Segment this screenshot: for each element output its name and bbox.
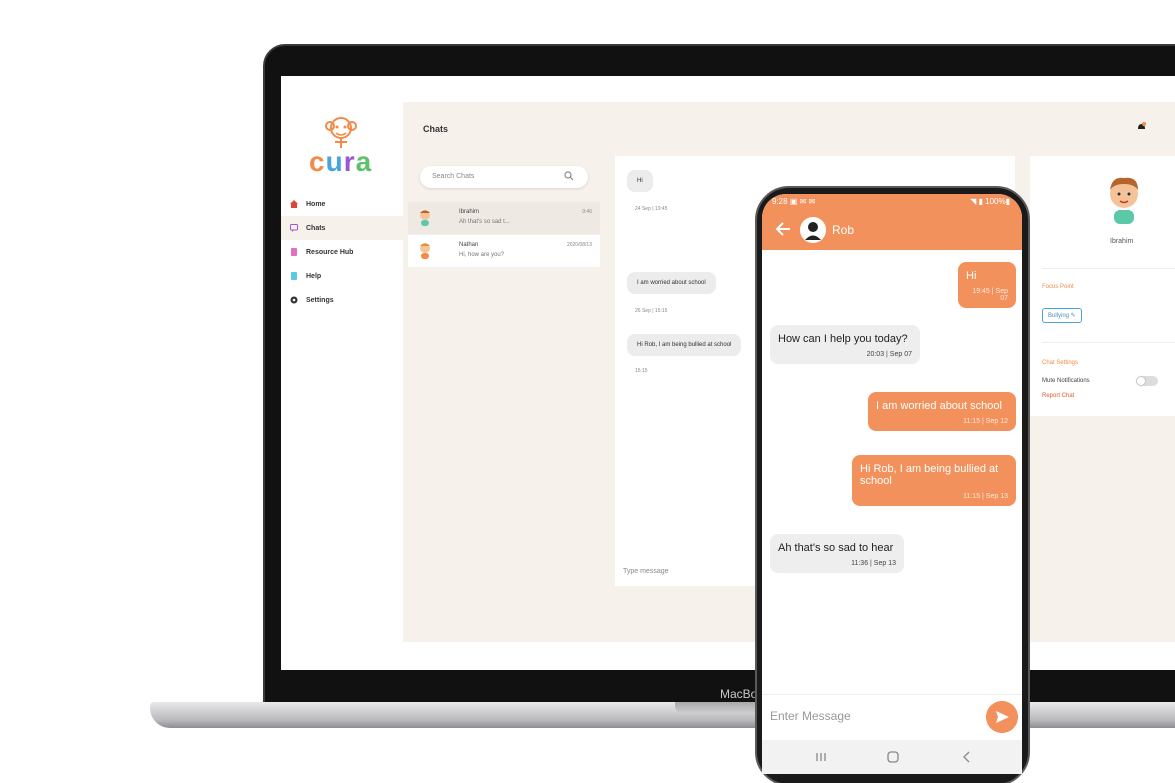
message-time: 19:45 | Sep 07	[972, 288, 1008, 302]
sidebar-item-label: Settings	[306, 296, 334, 304]
message-input[interactable]: Enter Message	[770, 709, 851, 723]
chat-list-panel: Search Chats Ibrahim Ah that's so sad t.…	[408, 156, 600, 267]
message-time: 15:15	[635, 368, 648, 374]
chat-preview: Ah that's so sad t...	[459, 219, 510, 225]
chat-time: 9:46	[582, 209, 592, 215]
message-composer: Enter Message	[762, 694, 1022, 738]
send-button[interactable]	[986, 701, 1018, 733]
avatar-icon	[420, 210, 430, 226]
message-time: 26 Sep | 15:15	[635, 308, 668, 314]
status-left: 9:28 ▣ ✉ ✉	[772, 197, 816, 206]
logo-letter: u	[325, 146, 344, 177]
sidebar-item-help[interactable]: Help	[281, 264, 403, 288]
message-bubble-sent: Hi Rob, I am being bullied at school 11:…	[852, 455, 1016, 506]
message-bubble-received: How can I help you today? 20:03 | Sep 07	[770, 325, 920, 364]
help-icon	[291, 272, 297, 280]
message-bubble-received: Ah that's so sad to hear 11:36 | Sep 13	[770, 534, 904, 573]
message-text: I am worried about school	[876, 400, 1002, 412]
profile-panel: Ibrahim Focus Point Bullying ✎ Chat Sett…	[1030, 156, 1175, 416]
status-bar: 9:28 ▣ ✉ ✉ ◥ ▮ 100%▮	[762, 194, 1022, 210]
message-text: Hi Rob, I am being bullied at school	[860, 463, 999, 487]
home-button-icon[interactable]	[886, 750, 900, 764]
chat-bubble-icon	[290, 224, 298, 232]
gear-icon	[290, 296, 298, 304]
recent-apps-icon[interactable]	[814, 750, 828, 764]
sidebar-item-chats[interactable]: Chats	[281, 216, 403, 240]
chat-preview: Hi, how are you?	[459, 252, 505, 258]
message-input[interactable]: Type message	[623, 568, 669, 575]
message-time: 24 Sep | 19:45	[635, 206, 668, 212]
mute-notifications-toggle[interactable]	[1136, 376, 1158, 386]
sidebar-item-settings[interactable]: Settings	[281, 288, 403, 312]
sidebar-item-label: Help	[306, 272, 322, 280]
report-chat-link[interactable]: Report Chat	[1042, 393, 1074, 399]
laptop-notch	[675, 702, 765, 714]
message-bubble: Hi	[627, 170, 653, 192]
laptop-brand-label: MacBo	[720, 687, 758, 701]
sidebar-nav: Home Chats Resource Hub Help Settings	[281, 192, 403, 312]
sidebar-item-home[interactable]: Home	[281, 192, 403, 216]
sidebar-item-label: Resource Hub	[306, 248, 354, 256]
focus-point-chip[interactable]: Bullying ✎	[1042, 308, 1082, 323]
phone-screen: 9:28 ▣ ✉ ✉ ◥ ▮ 100%▮ Rob Hi 19:45 | Sep …	[762, 194, 1022, 774]
search-input[interactable]: Search Chats	[420, 166, 588, 188]
mute-notifications-label: Mute Notifications	[1042, 378, 1090, 384]
search-placeholder: Search Chats	[432, 173, 475, 180]
chat-settings-label: Chat Settings	[1042, 360, 1079, 366]
profile-name: Ibrahim	[1110, 238, 1134, 245]
chat-list-item[interactable]: Ibrahim Ah that's so sad t... 9:46	[408, 202, 600, 234]
message-time: 11:15 | Sep 13	[963, 493, 1008, 500]
profile-avatar-icon	[1110, 177, 1138, 224]
home-icon	[290, 200, 298, 208]
message-bubble: Hi Rob, I am being bullied at school	[627, 334, 742, 356]
message-text: Hi	[966, 270, 977, 282]
message-bubble-sent: Hi 19:45 | Sep 07	[958, 262, 1016, 308]
message-time: 11:15 | Sep 12	[963, 418, 1008, 425]
sidebar: cura Home Chats Resource Hub Help Settin…	[281, 76, 403, 670]
avatar-icon	[420, 243, 430, 259]
message-text: How can I help you today?	[778, 333, 908, 345]
divider	[1042, 268, 1175, 269]
chat-time: 2020/08/13	[566, 242, 592, 248]
logo-letter: c	[309, 146, 326, 177]
message-bubble: I am worried about school	[627, 272, 716, 294]
sidebar-item-resource-hub[interactable]: Resource Hub	[281, 240, 403, 264]
notification-bell-icon[interactable]	[1137, 122, 1146, 132]
sidebar-item-label: Chats	[306, 224, 326, 232]
message-text: Ah that's so sad to hear	[778, 542, 894, 554]
chat-name: Nathan	[459, 242, 479, 248]
contact-name: Rob	[832, 223, 855, 237]
message-time: 20:03 | Sep 07	[866, 351, 912, 358]
laptop-screen: cura Home Chats Resource Hub Help Settin…	[281, 76, 1175, 670]
chat-name: Ibrahim	[459, 209, 480, 215]
brand-logo-text: cura	[309, 146, 372, 178]
message-bubble-sent: I am worried about school 11:15 | Sep 12	[868, 392, 1016, 431]
message-time: 11:36 | Sep 13	[851, 560, 896, 567]
divider	[1042, 342, 1175, 343]
chat-list-item[interactable]: Nathan Hi, how are you? 2020/08/13	[408, 235, 600, 267]
back-button-icon[interactable]	[960, 750, 974, 764]
page-title: Chats	[423, 124, 449, 134]
search-icon[interactable]	[564, 171, 574, 181]
focus-point-label: Focus Point	[1042, 284, 1074, 290]
sidebar-item-label: Home	[306, 200, 326, 208]
status-right: ◥ ▮ 100%▮	[970, 197, 1010, 206]
logo-letter: a	[355, 146, 373, 177]
back-arrow-icon[interactable]	[774, 220, 792, 238]
chat-app-bar: Rob	[762, 210, 1022, 250]
contact-avatar-icon	[800, 217, 826, 243]
android-nav-bar	[762, 740, 1022, 774]
device-mockup-scene: MacBo cura Home Chats Resource Hub Help …	[0, 0, 1175, 783]
logo-letter: r	[343, 146, 356, 177]
book-icon	[291, 248, 297, 256]
